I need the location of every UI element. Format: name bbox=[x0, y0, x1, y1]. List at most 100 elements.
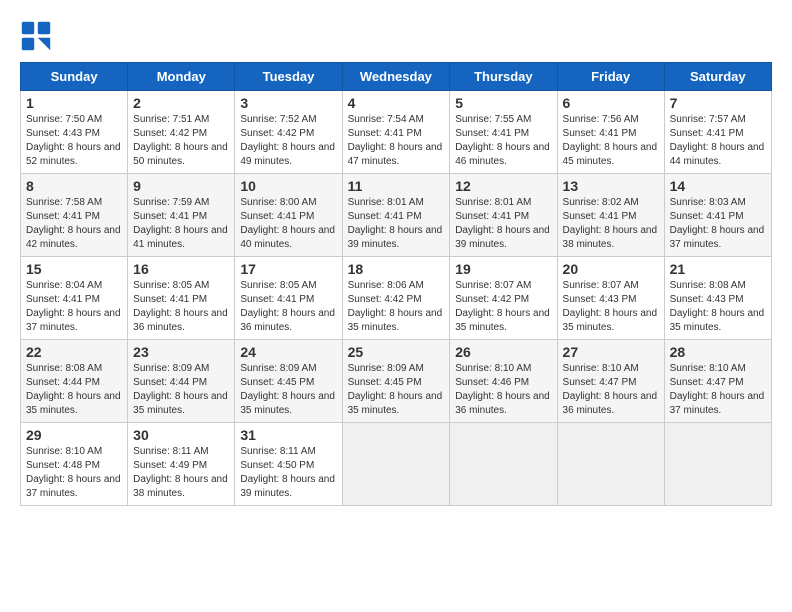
day-info: Sunrise: 8:10 AMSunset: 4:48 PMDaylight:… bbox=[26, 445, 122, 501]
day-info: Sunrise: 8:00 AMSunset: 4:41 PMDaylight:… bbox=[240, 196, 336, 252]
day-number: 20 bbox=[563, 261, 659, 277]
calendar-cell: 5 Sunrise: 7:55 AMSunset: 4:41 PMDaylight… bbox=[450, 91, 557, 174]
day-info: Sunrise: 8:04 AMSunset: 4:41 PMDaylight:… bbox=[26, 279, 122, 335]
calendar-cell: 20Sunrise: 8:07 AMSunset: 4:43 PMDayligh… bbox=[557, 257, 664, 340]
calendar-cell: 22 Sunrise: 8:08 AMSunset: 4:44 PMDayligh… bbox=[21, 340, 128, 423]
day-number: 19 bbox=[455, 261, 551, 277]
day-info: Sunrise: 7:56 AMSunset: 4:41 PMDaylight:… bbox=[563, 113, 659, 169]
day-info: Sunrise: 8:10 AMSunset: 4:47 PMDaylight:… bbox=[563, 362, 659, 418]
day-number: 8 bbox=[26, 178, 122, 194]
day-number: 2 bbox=[133, 95, 229, 111]
week-row-3: 15Sunrise: 8:04 AMSunset: 4:41 PMDayligh… bbox=[21, 257, 772, 340]
week-row-1: 1Sunrise: 7:50 AMSunset: 4:43 PMDaylight… bbox=[21, 91, 772, 174]
calendar-table: SundayMondayTuesdayWednesdayThursdayFrid… bbox=[20, 62, 772, 506]
logo-icon bbox=[20, 20, 52, 52]
weekday-header-sunday: Sunday bbox=[21, 63, 128, 91]
calendar-cell: 30Sunrise: 8:11 AMSunset: 4:49 PMDayligh… bbox=[128, 423, 235, 506]
day-info: Sunrise: 8:09 AMSunset: 4:45 PMDaylight:… bbox=[348, 362, 445, 418]
day-info: Sunrise: 7:59 AMSunset: 4:41 PMDaylight:… bbox=[133, 196, 229, 252]
day-number: 21 bbox=[670, 261, 766, 277]
calendar-cell: 1Sunrise: 7:50 AMSunset: 4:43 PMDaylight… bbox=[21, 91, 128, 174]
calendar-cell: 10Sunrise: 8:00 AMSunset: 4:41 PMDayligh… bbox=[235, 174, 342, 257]
calendar-cell bbox=[557, 423, 664, 506]
calendar-cell bbox=[342, 423, 450, 506]
day-number: 17 bbox=[240, 261, 336, 277]
calendar-cell: 24 Sunrise: 8:09 AMSunset: 4:45 PMDayligh… bbox=[235, 340, 342, 423]
calendar-cell: 26 Sunrise: 8:10 AMSunset: 4:46 PMDayligh… bbox=[450, 340, 557, 423]
weekday-header-thursday: Thursday bbox=[450, 63, 557, 91]
day-info: Sunrise: 8:11 AMSunset: 4:49 PMDaylight:… bbox=[133, 445, 229, 501]
day-info: Sunrise: 8:09 AMSunset: 4:45 PMDaylight:… bbox=[240, 362, 336, 418]
day-info: Sunrise: 8:03 AMSunset: 4:41 PMDaylight:… bbox=[670, 196, 766, 252]
calendar-cell: 15Sunrise: 8:04 AMSunset: 4:41 PMDayligh… bbox=[21, 257, 128, 340]
calendar-cell: 4 Sunrise: 7:54 AMSunset: 4:41 PMDaylight… bbox=[342, 91, 450, 174]
day-number: 9 bbox=[133, 178, 229, 194]
day-number: 18 bbox=[348, 261, 445, 277]
day-number: 11 bbox=[348, 178, 445, 194]
calendar-cell: 12 Sunrise: 8:01 AMSunset: 4:41 PMDayligh… bbox=[450, 174, 557, 257]
day-number: 6 bbox=[563, 95, 659, 111]
day-info: Sunrise: 8:01 AMSunset: 4:41 PMDaylight:… bbox=[348, 196, 445, 252]
day-info: Sunrise: 8:05 AMSunset: 4:41 PMDaylight:… bbox=[240, 279, 336, 335]
day-number: 29 bbox=[26, 427, 122, 443]
day-info: Sunrise: 8:11 AMSunset: 4:50 PMDaylight:… bbox=[240, 445, 336, 501]
day-info: Sunrise: 8:08 AMSunset: 4:44 PMDaylight:… bbox=[26, 362, 122, 418]
day-number: 26 bbox=[455, 344, 551, 360]
day-number: 16 bbox=[133, 261, 229, 277]
calendar-cell: 21 Sunrise: 8:08 AMSunset: 4:43 PMDayligh… bbox=[664, 257, 771, 340]
day-info: Sunrise: 7:57 AMSunset: 4:41 PMDaylight:… bbox=[670, 113, 766, 169]
calendar-cell: 31Sunrise: 8:11 AMSunset: 4:50 PMDayligh… bbox=[235, 423, 342, 506]
weekday-header-friday: Friday bbox=[557, 63, 664, 91]
day-info: Sunrise: 8:06 AMSunset: 4:42 PMDaylight:… bbox=[348, 279, 445, 335]
weekday-header-saturday: Saturday bbox=[664, 63, 771, 91]
day-info: Sunrise: 8:08 AMSunset: 4:43 PMDaylight:… bbox=[670, 279, 766, 335]
weekday-header-monday: Monday bbox=[128, 63, 235, 91]
calendar-cell: 6 Sunrise: 7:56 AMSunset: 4:41 PMDaylight… bbox=[557, 91, 664, 174]
calendar-cell bbox=[664, 423, 771, 506]
weekday-header-wednesday: Wednesday bbox=[342, 63, 450, 91]
calendar-cell: 3 Sunrise: 7:52 AMSunset: 4:42 PMDaylight… bbox=[235, 91, 342, 174]
day-info: Sunrise: 8:10 AMSunset: 4:46 PMDaylight:… bbox=[455, 362, 551, 418]
calendar-cell: 18 Sunrise: 8:06 AMSunset: 4:42 PMDayligh… bbox=[342, 257, 450, 340]
day-number: 27 bbox=[563, 344, 659, 360]
calendar-cell: 16 Sunrise: 8:05 AMSunset: 4:41 PMDayligh… bbox=[128, 257, 235, 340]
calendar-cell: 8 Sunrise: 7:58 AMSunset: 4:41 PMDaylight… bbox=[21, 174, 128, 257]
week-row-2: 8 Sunrise: 7:58 AMSunset: 4:41 PMDaylight… bbox=[21, 174, 772, 257]
day-info: Sunrise: 7:51 AMSunset: 4:42 PMDaylight:… bbox=[133, 113, 229, 169]
day-number: 24 bbox=[240, 344, 336, 360]
day-info: Sunrise: 8:07 AMSunset: 4:42 PMDaylight:… bbox=[455, 279, 551, 335]
day-number: 22 bbox=[26, 344, 122, 360]
day-info: Sunrise: 7:55 AMSunset: 4:41 PMDaylight:… bbox=[455, 113, 551, 169]
day-info: Sunrise: 8:01 AMSunset: 4:41 PMDaylight:… bbox=[455, 196, 551, 252]
calendar-cell: 7 Sunrise: 7:57 AMSunset: 4:41 PMDaylight… bbox=[664, 91, 771, 174]
calendar-cell: 2 Sunrise: 7:51 AMSunset: 4:42 PMDaylight… bbox=[128, 91, 235, 174]
calendar-cell: 28 Sunrise: 8:10 AMSunset: 4:47 PMDayligh… bbox=[664, 340, 771, 423]
calendar-cell: 23Sunrise: 8:09 AMSunset: 4:44 PMDayligh… bbox=[128, 340, 235, 423]
header bbox=[20, 20, 772, 52]
calendar-cell: 13 Sunrise: 8:02 AMSunset: 4:41 PMDayligh… bbox=[557, 174, 664, 257]
day-number: 4 bbox=[348, 95, 445, 111]
calendar-cell: 27 Sunrise: 8:10 AMSunset: 4:47 PMDayligh… bbox=[557, 340, 664, 423]
calendar-cell: 25 Sunrise: 8:09 AMSunset: 4:45 PMDayligh… bbox=[342, 340, 450, 423]
calendar-cell: 11 Sunrise: 8:01 AMSunset: 4:41 PMDayligh… bbox=[342, 174, 450, 257]
day-number: 28 bbox=[670, 344, 766, 360]
day-info: Sunrise: 8:05 AMSunset: 4:41 PMDaylight:… bbox=[133, 279, 229, 335]
day-info: Sunrise: 7:50 AMSunset: 4:43 PMDaylight:… bbox=[26, 113, 122, 169]
logo bbox=[20, 20, 56, 52]
day-info: Sunrise: 7:52 AMSunset: 4:42 PMDaylight:… bbox=[240, 113, 336, 169]
day-number: 25 bbox=[348, 344, 445, 360]
calendar-cell: 17 Sunrise: 8:05 AMSunset: 4:41 PMDayligh… bbox=[235, 257, 342, 340]
day-number: 12 bbox=[455, 178, 551, 194]
calendar-cell: 19 Sunrise: 8:07 AMSunset: 4:42 PMDayligh… bbox=[450, 257, 557, 340]
day-number: 7 bbox=[670, 95, 766, 111]
day-number: 13 bbox=[563, 178, 659, 194]
day-info: Sunrise: 7:58 AMSunset: 4:41 PMDaylight:… bbox=[26, 196, 122, 252]
day-info: Sunrise: 7:54 AMSunset: 4:41 PMDaylight:… bbox=[348, 113, 445, 169]
week-row-5: 29 Sunrise: 8:10 AMSunset: 4:48 PMDayligh… bbox=[21, 423, 772, 506]
calendar-cell: 14Sunrise: 8:03 AMSunset: 4:41 PMDayligh… bbox=[664, 174, 771, 257]
day-info: Sunrise: 8:02 AMSunset: 4:41 PMDaylight:… bbox=[563, 196, 659, 252]
calendar-cell: 9 Sunrise: 7:59 AMSunset: 4:41 PMDaylight… bbox=[128, 174, 235, 257]
day-number: 5 bbox=[455, 95, 551, 111]
day-info: Sunrise: 8:10 AMSunset: 4:47 PMDaylight:… bbox=[670, 362, 766, 418]
day-number: 3 bbox=[240, 95, 336, 111]
